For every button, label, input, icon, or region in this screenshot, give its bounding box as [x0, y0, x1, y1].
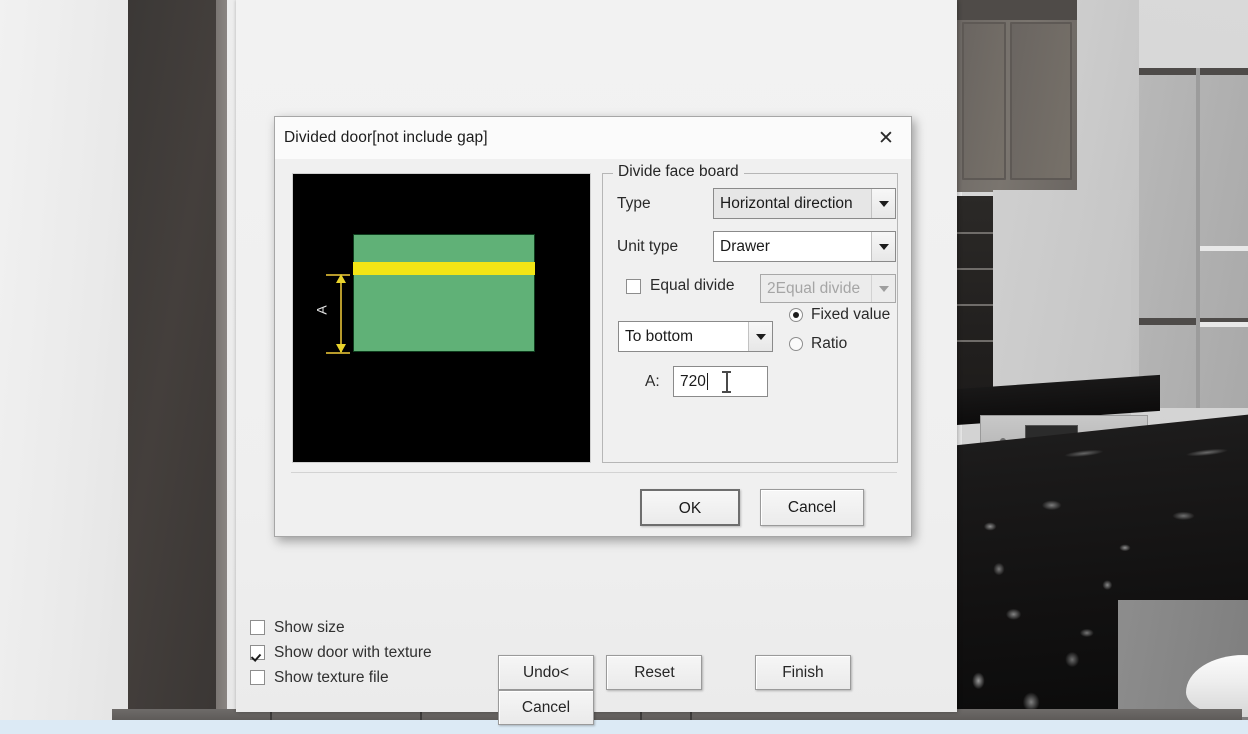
- checkbox-equal-divide[interactable]: [626, 278, 641, 294]
- radio-fixed-value[interactable]: Fixed value: [789, 306, 890, 324]
- close-icon[interactable]: ✕: [867, 123, 905, 153]
- scene-tile-grout: [955, 268, 997, 270]
- scene-shelf-unit: [1139, 68, 1248, 408]
- text-caret: [706, 373, 708, 390]
- equal-divide-checkbox-row[interactable]: Equal divide: [626, 277, 734, 295]
- dialog-title-bar[interactable]: Divided door[not include gap] ✕: [275, 117, 911, 159]
- equal-divide-count-value: 2Equal divide: [767, 279, 861, 297]
- scene-shelf-divider: [1196, 68, 1200, 408]
- checkbox-show-texture-file[interactable]: [250, 670, 265, 685]
- preview-dimension-arrow-down-icon: [336, 344, 346, 353]
- panel-action-buttons: Undo< Reset Finish Cancel: [498, 655, 957, 725]
- radio-ratio[interactable]: Ratio: [789, 335, 847, 353]
- group-legend: Divide face board: [613, 163, 744, 181]
- type-combobox-value: Horizontal direction: [720, 194, 853, 212]
- preview-dimension-label: A: [313, 305, 330, 315]
- type-label: Type: [617, 195, 651, 212]
- radio-label-ratio: Ratio: [811, 335, 848, 352]
- preview-dimension-arrow-up-icon: [336, 274, 346, 283]
- preview-face-board: [353, 234, 535, 352]
- dimension-a-label: A:: [645, 373, 660, 390]
- dialog-separator: [291, 472, 897, 473]
- option-row-show-size[interactable]: Show size: [250, 615, 432, 640]
- reference-position-value: To bottom: [625, 327, 694, 345]
- scene-shelf-highlight: [1198, 246, 1248, 251]
- reset-button[interactable]: Reset: [606, 655, 703, 690]
- scene-shelf-highlight: [1198, 322, 1248, 327]
- scene-cabinet-door-panel: [1010, 22, 1072, 180]
- dialog-cancel-button[interactable]: Cancel: [760, 489, 864, 526]
- app-screen: Show size Show door with texture Show te…: [0, 0, 1248, 734]
- divide-face-board-group: Divide face board Type Horizontal direct…: [602, 163, 898, 463]
- display-options-group: Show size Show door with texture Show te…: [250, 615, 432, 690]
- unit-type-combobox-value: Drawer: [720, 237, 770, 255]
- checkbox-show-size[interactable]: [250, 620, 265, 635]
- divided-door-dialog: Divided door[not include gap] ✕ A Divide…: [274, 116, 912, 537]
- preview-divider-band: [353, 262, 535, 275]
- dimension-a-input[interactable]: 720: [673, 366, 768, 397]
- reference-position-combobox[interactable]: To bottom: [618, 321, 773, 352]
- radio-dot-ratio: [789, 337, 803, 351]
- radio-label-fixed-value: Fixed value: [811, 306, 891, 323]
- chevron-down-icon[interactable]: [871, 232, 895, 261]
- radio-dot-fixed-value: [789, 308, 803, 322]
- option-row-show-door-with-texture[interactable]: Show door with texture: [250, 640, 432, 665]
- panel-cancel-button[interactable]: Cancel: [498, 690, 594, 725]
- dialog-ok-button[interactable]: OK: [640, 489, 740, 526]
- unit-type-label: Unit type: [617, 238, 679, 255]
- scene-tile-grout: [955, 340, 997, 342]
- option-label-show-door-with-texture: Show door with texture: [274, 643, 432, 661]
- type-combobox[interactable]: Horizontal direction: [713, 188, 896, 219]
- ibeam-cursor-icon: [722, 371, 731, 393]
- preview-dimension-line: [340, 275, 342, 353]
- scene-tile-grout: [955, 232, 997, 234]
- option-label-show-texture-file: Show texture file: [274, 668, 389, 686]
- dialog-title: Divided door[not include gap]: [284, 129, 488, 146]
- scene-wall-left: [0, 0, 136, 734]
- scene-cabinet-edge: [216, 0, 227, 722]
- dimension-a-value: 720: [680, 372, 706, 390]
- checkbox-show-door-with-texture[interactable]: [250, 645, 265, 660]
- equal-divide-label: Equal divide: [650, 277, 735, 294]
- scene-tile-grout: [955, 304, 997, 306]
- scene-cabinet-door-panel: [962, 22, 1006, 180]
- chevron-down-icon[interactable]: [748, 322, 772, 351]
- chevron-down-icon[interactable]: [871, 189, 895, 218]
- scene-dark-cabinet-column: [128, 0, 223, 722]
- finish-button[interactable]: Finish: [754, 655, 851, 690]
- scene-shelf-edge: [1139, 68, 1248, 75]
- undo-button[interactable]: Undo<: [498, 655, 594, 690]
- scene-backsplash: [955, 196, 997, 396]
- chevron-down-icon[interactable]: [871, 275, 895, 302]
- option-row-show-texture-file[interactable]: Show texture file: [250, 665, 432, 690]
- unit-type-combobox[interactable]: Drawer: [713, 231, 896, 262]
- option-label-show-size: Show size: [274, 618, 345, 636]
- equal-divide-count-combobox[interactable]: 2Equal divide: [760, 274, 896, 303]
- door-preview-canvas[interactable]: A: [292, 173, 591, 463]
